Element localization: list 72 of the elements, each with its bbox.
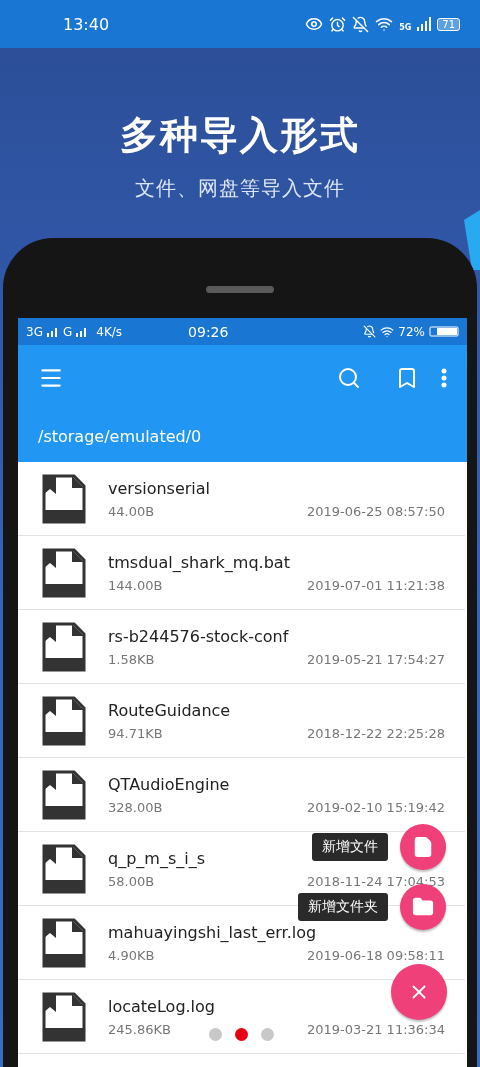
file-name: mahuayingshi_last_err.log <box>108 922 318 942</box>
alarm-icon <box>329 15 347 33</box>
file-row[interactable]: rs-b244576-stock-conf 1.58KB 2019-05-21 17:54:27 <box>18 610 465 684</box>
file-date: 2019-03-21 11:36:34 <box>306 1021 445 1037</box>
bell-off-icon <box>352 15 370 33</box>
file-name: tmsdual_shark_mq.bat <box>108 552 291 572</box>
file-row[interactable]: versionserial 44.00B 2019-06-25 08:57:50 <box>18 462 465 536</box>
page-dot[interactable] <box>260 1028 274 1041</box>
file-name: locateLog.log <box>108 996 216 1016</box>
file-size: 4.90KB <box>108 947 155 963</box>
headline: 多种导入形式 <box>120 112 360 159</box>
file-row[interactable]: RouteGuidance 94.71KB 2018-12-22 22:25:28 <box>18 684 465 758</box>
eye-icon <box>305 15 324 33</box>
folder-icon <box>412 896 434 918</box>
page-dot[interactable] <box>234 1028 248 1041</box>
file-date: 2018-11-24 17:04:53 <box>306 873 445 889</box>
file-date: 2018-12-22 22:25:28 <box>306 725 445 741</box>
file-date: 2019-05-21 17:54:27 <box>306 651 445 667</box>
phone-time: 09:26 <box>188 323 229 340</box>
file-icon <box>42 621 86 672</box>
file-size: 58.00B <box>108 873 155 889</box>
file-size: 94.71KB <box>108 725 163 741</box>
status-time: 13:40 <box>63 14 110 34</box>
close-button[interactable] <box>391 964 447 1020</box>
file-size: 1.58KB <box>108 651 155 667</box>
file-size: 245.86KB <box>108 1021 171 1037</box>
file-icon <box>42 769 86 820</box>
file-date: 2019-07-01 11:21:38 <box>306 577 445 593</box>
signal-icon <box>417 17 432 31</box>
battery-level: 71 <box>437 17 460 31</box>
signal-icon <box>46 326 59 337</box>
page-dot[interactable] <box>208 1028 222 1041</box>
file-date: 2019-06-18 09:58:11 <box>306 947 445 963</box>
file-date: 2019-06-25 08:57:50 <box>306 503 445 519</box>
file-icon <box>42 991 86 1042</box>
bell-off-icon <box>363 325 377 338</box>
file-icon <box>42 695 86 746</box>
file-size: 328.00B <box>108 799 163 815</box>
subheadline: 文件、网盘等导入文件 <box>135 175 345 202</box>
network-label: 3G <box>26 324 43 339</box>
file-icon <box>42 473 86 524</box>
wifi-icon <box>380 324 395 339</box>
battery-percent: 72% <box>398 324 425 339</box>
action-label: 新增文件 <box>312 833 388 861</box>
file-name: versionserial <box>108 478 212 498</box>
file-name: QTAudioEngine <box>108 774 231 794</box>
file-icon <box>42 547 86 598</box>
phone-speaker <box>206 286 274 293</box>
network-speed: 4K/s <box>96 324 123 339</box>
file-date: 2019-02-10 15:19:42 <box>306 799 445 815</box>
action-button[interactable] <box>400 884 446 930</box>
file-name: RouteGuidance <box>108 700 232 720</box>
action-button[interactable] <box>400 824 446 870</box>
more-icon <box>441 367 447 388</box>
file-row[interactable]: tmsdual_shark_mq.bat 144.00B 2019-07-01 11:21:38 <box>18 536 465 610</box>
signal-icon <box>76 326 89 337</box>
battery-icon <box>429 326 459 337</box>
current-path: /storage/emulated/0 <box>37 425 203 448</box>
file-name: rs-b244576-stock-conf <box>108 626 290 646</box>
search-button[interactable] <box>337 365 361 390</box>
file-size: 144.00B <box>108 577 163 593</box>
file-size: 44.00B <box>108 503 155 519</box>
wifi-icon <box>375 15 394 33</box>
network-label: G <box>62 324 73 339</box>
more-button[interactable] <box>441 367 447 388</box>
file-icon <box>412 836 434 858</box>
file-icon <box>42 917 86 968</box>
network-label: 5G <box>399 23 412 32</box>
file-icon <box>42 843 86 894</box>
file-name: q_p_m_s_i_s <box>108 848 206 868</box>
action-label: 新增文件夹 <box>298 893 388 921</box>
search-icon <box>337 365 361 390</box>
